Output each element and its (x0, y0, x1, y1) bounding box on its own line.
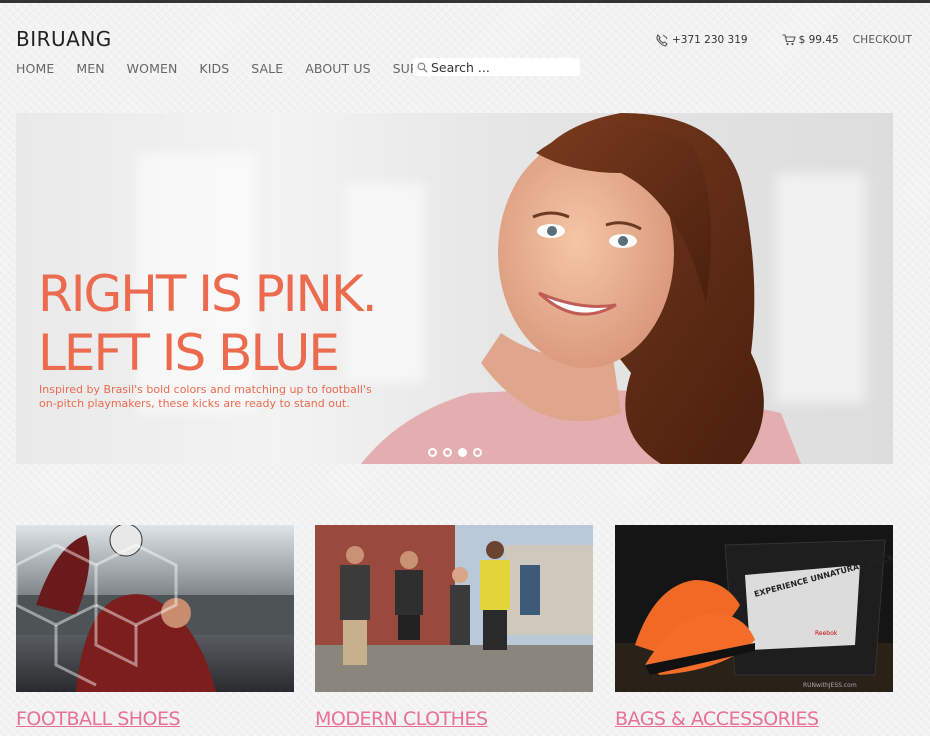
bag-print-text-2: Reebok (815, 630, 838, 637)
slider-dot-4[interactable] (473, 448, 482, 457)
bags-accessories-image[interactable]: EXPERIENCE UNNATURAL QUICKNESS. Reebok R… (615, 525, 893, 692)
cart-icon (782, 34, 796, 46)
category-link-modern-clothes[interactable]: MODERN CLOTHES (315, 708, 593, 730)
hero-subtitle: Inspired by Brasil's bold colors and mat… (39, 383, 372, 410)
category-link-bags-accessories[interactable]: BAGS & ACCESSORIES (615, 708, 893, 730)
cart-total: $ 99.45 (798, 34, 839, 46)
header-utilities: +371 230 319 $ 99.45 CHECKOUT (655, 32, 912, 48)
checkout-link[interactable]: CHECKOUT (853, 34, 912, 46)
search-box (413, 58, 580, 76)
slider-dot-1[interactable] (428, 448, 437, 457)
modern-clothes-image[interactable] (315, 525, 593, 692)
nav-item-home[interactable]: HOME (16, 61, 54, 76)
slider-dot-2[interactable] (443, 448, 452, 457)
search-icon[interactable] (413, 58, 431, 76)
nav-item-sale[interactable]: SALE (251, 61, 283, 76)
hero-model-image (361, 113, 801, 464)
category-card-football-shoes: FOOTBALL SHOES (16, 525, 294, 730)
nav-item-kids[interactable]: KIDS (199, 61, 229, 76)
search-input[interactable] (431, 58, 571, 76)
nav-item-men[interactable]: MEN (76, 61, 104, 76)
nav-item-about-us[interactable]: ABOUT US (305, 61, 370, 76)
site-logo[interactable]: BIRUANG (16, 27, 112, 51)
hero-title: RIGHT IS PINK. LEFT IS BLUE (38, 265, 378, 383)
slider-pagination (428, 448, 488, 457)
main-nav: HOME MEN WOMEN KIDS SALE ABOUT US SUPPOR… (16, 58, 473, 78)
hero-title-line-1: RIGHT IS PINK. (38, 265, 378, 323)
category-link-football-shoes[interactable]: FOOTBALL SHOES (16, 708, 294, 730)
category-card-modern-clothes: MODERN CLOTHES (315, 525, 593, 730)
cart-summary[interactable]: $ 99.45 (782, 34, 839, 46)
phone-icon (656, 33, 668, 47)
football-shoes-image[interactable] (16, 525, 294, 692)
hero-title-line-2: LEFT IS BLUE (38, 324, 340, 382)
category-card-bags-accessories: EXPERIENCE UNNATURAL QUICKNESS. Reebok R… (615, 525, 893, 730)
hero-slider: RIGHT IS PINK. LEFT IS BLUE Inspired by … (16, 113, 893, 464)
nav-item-women[interactable]: WOMEN (127, 61, 178, 76)
bag-print-text-3: RUNwithJESS.com (803, 682, 857, 689)
top-border (0, 0, 930, 3)
phone-contact: +371 230 319 (655, 33, 748, 47)
slider-dot-3[interactable] (458, 448, 467, 457)
phone-number: +371 230 319 (672, 34, 748, 46)
